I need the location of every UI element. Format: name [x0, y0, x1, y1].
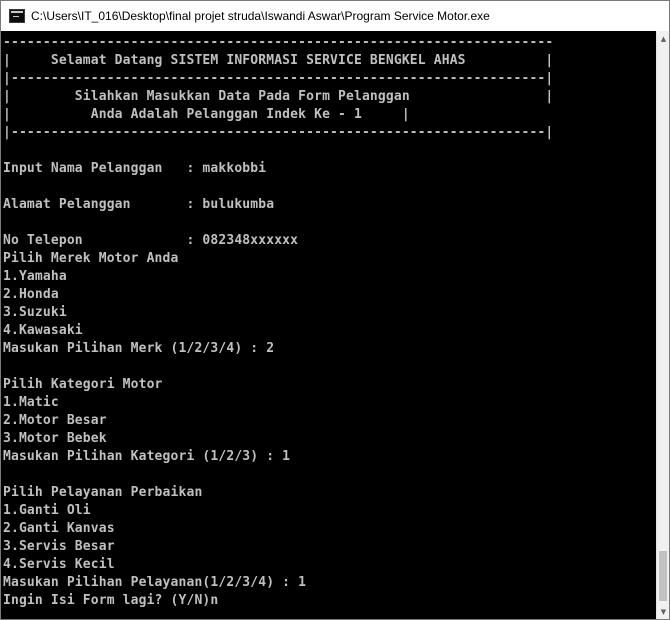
- console-line: | Anda Adalah Pelanggan Indek Ke - 1 |: [3, 107, 410, 122]
- window-title: C:\Users\IT_016\Desktop\final projet str…: [31, 9, 490, 23]
- console-line: Masukan Pilihan Kategori (1/2/3) : 1: [3, 449, 291, 464]
- console-line: Ingin Isi Form lagi? (Y/N)n: [3, 593, 219, 608]
- console-line: 4.Servis Kecil: [3, 557, 115, 572]
- console-line: 3.Suzuki: [3, 305, 67, 320]
- vertical-scrollbar[interactable]: ▲ ▼: [656, 31, 669, 619]
- console-line: Input Nama Pelanggan : makkobbi: [3, 161, 267, 176]
- console-line: Pilih Kategori Motor: [3, 377, 163, 392]
- console-line: |---------------------------------------…: [3, 125, 554, 140]
- console-line: 3.Servis Besar: [3, 539, 115, 554]
- console-line: 4.Kawasaki: [3, 323, 83, 338]
- scroll-up-arrow-icon[interactable]: ▲: [657, 31, 670, 46]
- scroll-thumb[interactable]: [659, 551, 667, 601]
- console-line: | Selamat Datang SISTEM INFORMASI SERVIC…: [3, 53, 554, 68]
- console-line: ----------------------------------------…: [3, 35, 554, 50]
- console-line: 2.Motor Besar: [3, 413, 107, 428]
- console-line: |---------------------------------------…: [3, 71, 554, 86]
- console-window: C:\Users\IT_016\Desktop\final projet str…: [0, 0, 670, 620]
- console-line: Alamat Pelanggan : bulukumba: [3, 197, 275, 212]
- console-line: 1.Ganti Oli: [3, 503, 91, 518]
- console-line: 1.Yamaha: [3, 269, 67, 284]
- console-line: Masukan Pilihan Merk (1/2/3/4) : 2: [3, 341, 275, 356]
- console-line: No Telepon : 082348xxxxxx: [3, 233, 299, 248]
- console-line: Pilih Pelayanan Perbaikan: [3, 485, 203, 500]
- console-line: 3.Motor Bebek: [3, 431, 107, 446]
- console-line: Masukan Pilihan Pelayanan(1/2/3/4) : 1: [3, 575, 307, 590]
- title-bar[interactable]: C:\Users\IT_016\Desktop\final projet str…: [1, 1, 669, 31]
- console-line: 1.Matic: [3, 395, 59, 410]
- console-line: | Silahkan Masukkan Data Pada Form Pelan…: [3, 89, 554, 104]
- console-line: 2.Ganti Kanvas: [3, 521, 115, 536]
- scroll-down-arrow-icon[interactable]: ▼: [657, 604, 670, 619]
- console-app-icon: [9, 9, 25, 23]
- console-line: 2.Honda: [3, 287, 59, 302]
- console-line: Pilih Merek Motor Anda: [3, 251, 179, 266]
- console-output[interactable]: ----------------------------------------…: [1, 31, 656, 619]
